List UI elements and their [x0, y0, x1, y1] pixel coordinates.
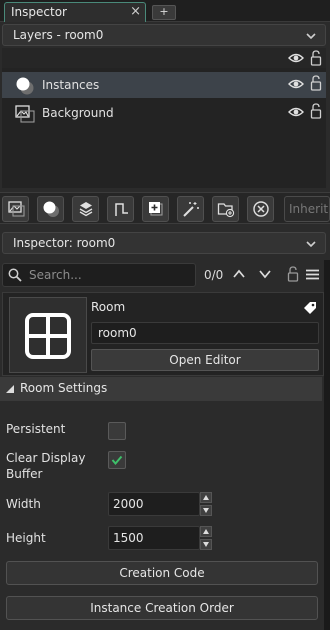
add-tile-layer-icon	[79, 202, 93, 217]
height-input[interactable]: 1500	[108, 526, 200, 550]
stepper-up[interactable]	[200, 526, 212, 537]
layer-row-background[interactable]: Background	[2, 100, 326, 126]
search-input[interactable]: Search...	[2, 263, 196, 287]
close-icon[interactable]: ×	[130, 4, 141, 19]
height-stepper[interactable]	[200, 526, 212, 550]
layers-dropdown[interactable]: Layers - room0	[2, 24, 326, 46]
layers-header-row	[2, 48, 326, 68]
chevron-up-icon[interactable]	[232, 268, 246, 280]
add-asset-layer-icon	[149, 202, 163, 216]
arrow-up-icon	[203, 495, 209, 500]
eye-icon[interactable]	[288, 52, 304, 64]
layer-toolbar: Inherit Layer	[0, 192, 330, 224]
open-editor-button[interactable]: Open Editor	[91, 349, 319, 371]
eye-icon[interactable]	[288, 78, 304, 90]
add-instance-layer-button[interactable]	[37, 196, 64, 222]
tab-inspector[interactable]: Inspector ×	[4, 2, 146, 22]
search-row: Search... 0/0	[0, 260, 330, 290]
width-input[interactable]: 2000	[108, 492, 200, 516]
tab-bar: Inspector × +	[0, 0, 330, 22]
stepper-down[interactable]	[200, 505, 212, 516]
inspector-dropdown[interactable]: Inspector: room0	[2, 232, 326, 254]
creation-code-button[interactable]: Creation Code	[6, 561, 318, 585]
chevron-down-icon	[306, 241, 316, 248]
unlock-icon[interactable]	[310, 103, 322, 119]
eye-icon[interactable]	[288, 106, 304, 118]
arrow-up-icon	[203, 529, 209, 534]
inherit-layer-field[interactable]: Inherit Layer	[284, 196, 330, 222]
clear-display-label-line2: Buffer	[6, 467, 43, 481]
search-result-count: 0/0	[204, 268, 224, 282]
magic-wand-icon	[183, 202, 199, 217]
width-label: Width	[6, 497, 41, 511]
room-grid-icon	[25, 313, 71, 359]
delete-layer-button[interactable]	[247, 196, 274, 222]
unlock-icon[interactable]	[287, 266, 299, 282]
hamburger-menu-icon[interactable]	[306, 269, 319, 280]
tab-inspector-label: Inspector	[11, 5, 67, 19]
inspector-dropdown-label: Inspector: room0	[13, 236, 116, 250]
add-instance-layer-icon	[43, 201, 59, 217]
stepper-down[interactable]	[200, 539, 212, 550]
layers-dropdown-label: Layers - room0	[13, 28, 104, 42]
delete-layer-icon	[253, 201, 269, 217]
room-settings-header[interactable]: Room Settings	[0, 377, 322, 401]
instance-creation-order-button[interactable]: Instance Creation Order	[6, 596, 318, 620]
add-tab-button[interactable]: +	[152, 5, 176, 20]
unlock-icon[interactable]	[310, 50, 322, 66]
add-path-layer-button[interactable]	[107, 196, 134, 222]
add-asset-layer-button[interactable]	[142, 196, 169, 222]
layer-row-instances[interactable]: Instances	[2, 72, 326, 98]
object-type-label: Room	[91, 300, 126, 314]
width-stepper[interactable]	[200, 492, 212, 516]
chevron-down-icon	[306, 33, 316, 40]
layer-label: Background	[42, 106, 114, 120]
inspector-scrollbar[interactable]	[324, 260, 330, 630]
search-icon	[8, 268, 22, 282]
tag-icon[interactable]	[303, 301, 317, 315]
arrow-down-icon	[203, 542, 209, 547]
add-background-layer-button[interactable]	[2, 196, 29, 222]
room-thumbnail	[9, 297, 87, 373]
add-effect-layer-button[interactable]	[177, 196, 204, 222]
add-path-layer-icon	[115, 203, 128, 216]
clear-display-buffer-checkbox[interactable]	[108, 451, 126, 469]
checkmark-icon	[111, 455, 123, 466]
clear-display-label-line1: Clear Display	[6, 451, 86, 465]
add-tile-layer-button[interactable]	[72, 196, 99, 222]
height-label: Height	[6, 531, 46, 545]
persistent-label: Persistent	[6, 422, 66, 436]
background-layer-icon	[15, 105, 35, 123]
chevron-down-icon[interactable]	[258, 268, 272, 280]
room-settings-title: Room Settings	[20, 381, 108, 395]
add-folder-icon	[217, 203, 235, 218]
layers-panel: Instances Background	[2, 48, 326, 188]
search-placeholder: Search...	[29, 268, 82, 282]
collapse-triangle-icon	[6, 385, 14, 393]
unlock-icon[interactable]	[310, 75, 322, 91]
add-folder-button[interactable]	[212, 196, 239, 222]
room-name-field[interactable]: room0	[91, 322, 319, 344]
arrow-down-icon	[203, 508, 209, 513]
layer-label: Instances	[42, 78, 100, 92]
add-background-layer-icon	[8, 201, 25, 217]
room-object-panel: Room room0 Open Editor	[2, 292, 324, 376]
stepper-up[interactable]	[200, 492, 212, 503]
instances-layer-icon	[16, 77, 34, 95]
persistent-checkbox[interactable]	[108, 422, 126, 440]
